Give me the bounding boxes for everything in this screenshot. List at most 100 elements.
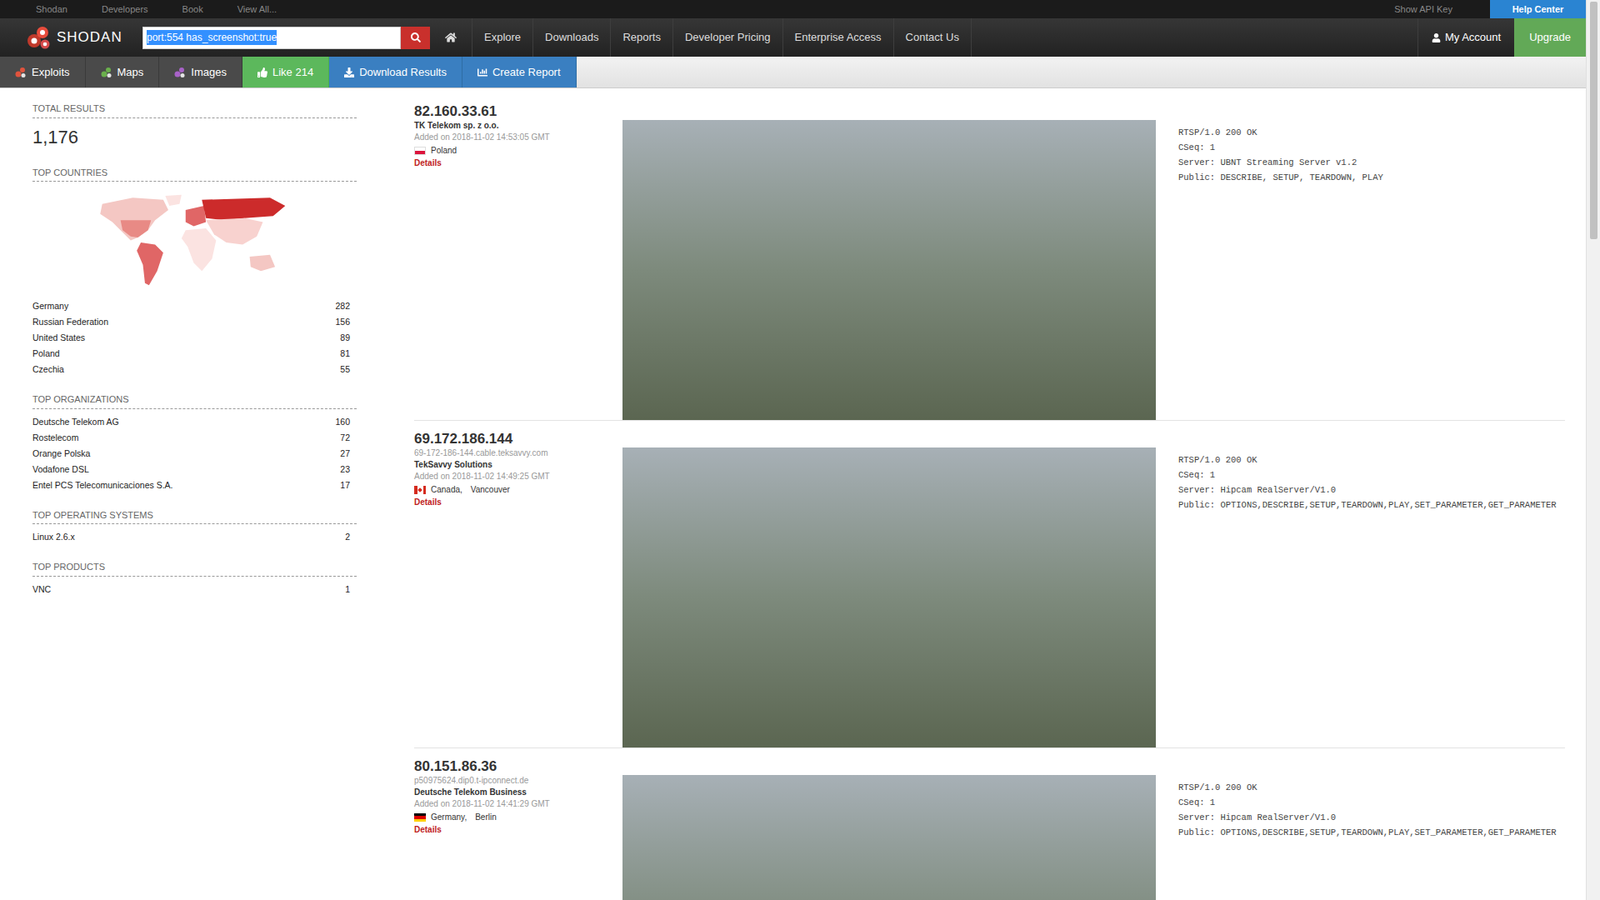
nav-link[interactable]: Explore: [471, 18, 533, 57]
sidebar: TOTAL RESULTS 1,176 TOP COUNTRIES Germany28…: [32, 93, 357, 900]
facet-section: TOP OPERATING SYSTEMS Linux 2.6.x2: [32, 508, 357, 546]
brand[interactable]: SHODAN: [0, 24, 143, 51]
poland-flag-icon: [414, 146, 426, 155]
scrollbar-thumb[interactable]: [1590, 1, 1598, 240]
download-icon: [344, 67, 355, 78]
toolbar-button[interactable]: Images: [159, 56, 243, 88]
banner-line: Server: Hipcam RealServer/V1.0: [1178, 482, 1557, 498]
result-location: Germany,Berlin: [414, 811, 623, 824]
account-button[interactable]: My Account: [1417, 18, 1515, 57]
toolbar-button[interactable]: Create Report: [462, 56, 577, 88]
search-input[interactable]: port:554 has_screenshot:true: [142, 26, 401, 50]
result-info: 69.172.186.14469-172-186-144.cable.teksa…: [414, 430, 623, 509]
result-org: Deutsche Telekom Business: [414, 786, 623, 799]
top-link[interactable]: View All...: [237, 2, 278, 17]
total-title: TOTAL RESULTS: [32, 101, 357, 119]
details-link[interactable]: Details: [414, 824, 623, 836]
facet-item[interactable]: Poland81: [32, 345, 350, 362]
result-row: 80.151.86.36p50975624.dip0.t-ipconnect.d…: [414, 748, 1565, 900]
result-location: Canada,Vancouver: [414, 484, 623, 496]
dots-icon: [174, 66, 186, 79]
nav-link[interactable]: Downloads: [532, 18, 610, 57]
details-link[interactable]: Details: [414, 496, 623, 509]
dots-icon: [100, 66, 113, 79]
top-bar: Shodan Developers Book View All... Show API …: [0, 0, 1586, 19]
home-icon: [445, 31, 457, 44]
banner-line: CSeq: 1: [1178, 467, 1557, 483]
search-button[interactable]: [400, 26, 430, 50]
result-row: 69.172.186.14469-172-186-144.cable.teksa…: [414, 420, 1565, 749]
toolbar-button[interactable]: Maps: [85, 56, 160, 88]
banner-line: CSeq: 1: [1178, 140, 1384, 155]
toolbar: ExploitsMapsImagesLike 214Download Resul…: [0, 56, 1586, 89]
screenshot[interactable]: [622, 447, 1156, 748]
home-button[interactable]: [430, 18, 472, 57]
result-added: Added on 2018-11-02 14:41:29 GMT: [414, 798, 623, 810]
facet-title: TOP COUNTRIES: [32, 165, 357, 183]
result-row: 82.160.33.61TK Telekom sp. z o.o.Added o…: [414, 93, 1565, 421]
banner-line: Public: OPTIONS,DESCRIBE,SETUP,TEARDOWN,…: [1178, 497, 1557, 513]
nav-link[interactable]: Enterprise Access: [782, 18, 894, 57]
upgrade-button[interactable]: Upgrade: [1514, 18, 1586, 57]
content: TOTAL RESULTS 1,176 TOP COUNTRIES Germany28…: [0, 88, 1586, 900]
facet-item[interactable]: Germany282: [32, 298, 350, 315]
result-ip[interactable]: 69.172.186.144: [414, 430, 623, 448]
nav-link[interactable]: Contact Us: [893, 18, 971, 57]
banner-line: Server: UBNT Streaming Server v1.2: [1178, 155, 1384, 170]
api-key-link[interactable]: Show API Key: [1394, 2, 1453, 17]
facet-item[interactable]: Deutsche Telekom AG160: [32, 414, 350, 430]
toolbar-button[interactable]: Like 214: [242, 56, 330, 88]
banner: RTSP/1.0 200 OKCSeq: 1Server: Hipcam Rea…: [1178, 780, 1557, 840]
facet-item[interactable]: Entel PCS Telecomunicaciones S.A.17: [32, 477, 350, 494]
scrollbar[interactable]: [1585, 0, 1600, 900]
germany-flag-icon: [414, 813, 426, 822]
facet-item[interactable]: Vodafone DSL23: [32, 461, 350, 478]
nav-link[interactable]: Reports: [610, 18, 673, 57]
facet-item[interactable]: Rostelecom72: [32, 430, 350, 446]
toolbar-button[interactable]: Download Results: [329, 56, 463, 88]
banner-line: Server: Hipcam RealServer/V1.0: [1178, 810, 1557, 825]
banner-line: RTSP/1.0 200 OK: [1178, 452, 1557, 468]
page: Shodan Developers Book View All... Show API …: [0, 0, 1600, 900]
facet-item[interactable]: United States89: [32, 330, 350, 346]
banner-line: CSeq: 1: [1178, 795, 1557, 810]
facet-title: TOP PRODUCTS: [32, 560, 357, 577]
screenshot[interactable]: [622, 120, 1156, 420]
banner-line: Public: DESCRIBE, SETUP, TEARDOWN, PLAY: [1178, 170, 1384, 185]
banner: RTSP/1.0 200 OKCSeq: 1Server: UBNT Strea…: [1178, 125, 1384, 185]
results: 82.160.33.61TK Telekom sp. z o.o.Added o…: [414, 93, 1565, 900]
thumbs-up-icon: [257, 67, 268, 78]
nav-link[interactable]: Developer Pricing: [672, 18, 783, 57]
result-ip[interactable]: 82.160.33.61: [414, 103, 623, 120]
result-org: TekSavvy Solutions: [414, 459, 623, 471]
main: Shodan Developers Book View All... Show API …: [0, 0, 1586, 900]
total-count: 1,176: [32, 123, 357, 151]
result-added: Added on 2018-11-02 14:49:25 GMT: [414, 470, 623, 483]
facet-item[interactable]: VNC1: [32, 581, 350, 598]
screenshot[interactable]: [622, 775, 1156, 900]
top-link[interactable]: Book: [182, 2, 204, 17]
result-hostname: p50975624.dip0.t-ipconnect.de: [414, 775, 623, 787]
result-location: Poland: [414, 145, 623, 157]
facet-title: TOP OPERATING SYSTEMS: [32, 508, 357, 525]
result-info: 82.160.33.61TK Telekom sp. z o.o.Added o…: [414, 103, 623, 170]
banner-line: RTSP/1.0 200 OK: [1178, 125, 1384, 140]
banner: RTSP/1.0 200 OKCSeq: 1Server: Hipcam Rea…: [1178, 452, 1557, 513]
shodan-logo-icon: [25, 24, 52, 51]
facet-item[interactable]: Russian Federation156: [32, 314, 350, 330]
result-ip[interactable]: 80.151.86.36: [414, 758, 623, 775]
result-added: Added on 2018-11-02 14:53:05 GMT: [414, 131, 623, 144]
top-link[interactable]: Shodan: [35, 2, 68, 17]
facet-item[interactable]: Linux 2.6.x2: [32, 529, 350, 545]
facet-item[interactable]: Czechia55: [32, 361, 350, 378]
facet-title: TOP ORGANIZATIONS: [32, 392, 357, 410]
result-hostname: 69-172-186-144.cable.teksavvy.com: [414, 447, 623, 460]
world-map-icon: [91, 191, 296, 294]
toolbar-button[interactable]: Exploits: [0, 56, 86, 88]
details-link[interactable]: Details: [414, 157, 623, 170]
facet-item[interactable]: Orange Polska27: [32, 445, 350, 462]
top-link[interactable]: Developers: [101, 2, 149, 17]
banner-line: Public: OPTIONS,DESCRIBE,SETUP,TEARDOWN,…: [1178, 825, 1557, 840]
facet-section: TOP ORGANIZATIONS Deutsche Telekom AG160R…: [32, 392, 357, 494]
help-center-button[interactable]: Help Center: [1490, 0, 1586, 19]
